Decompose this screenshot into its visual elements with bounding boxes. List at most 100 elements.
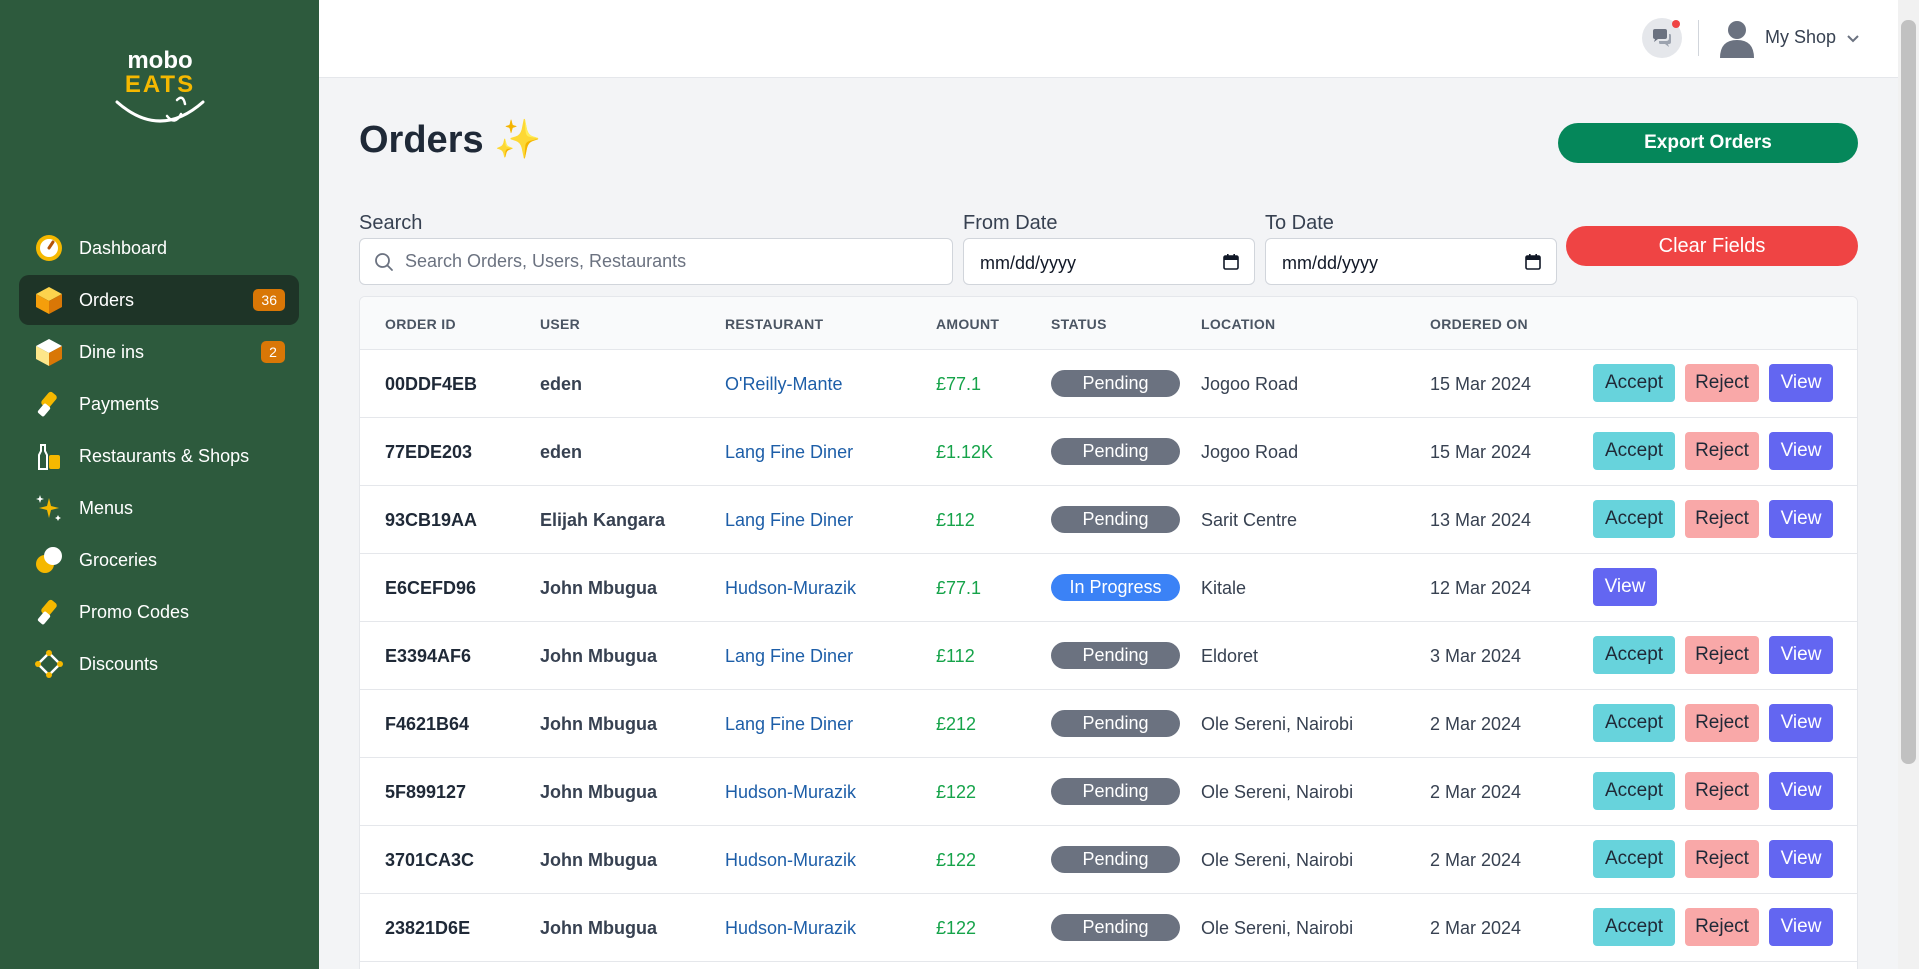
reject-button[interactable]: Reject <box>1685 364 1759 402</box>
status-badge: Pending <box>1051 506 1180 533</box>
export-orders-button[interactable]: Export Orders <box>1558 123 1858 163</box>
sidebar-item-menus[interactable]: Menus <box>19 483 299 533</box>
clear-fields-button[interactable]: Clear Fields <box>1566 226 1858 266</box>
order-location: Eldoret <box>1201 646 1259 666</box>
order-location: Sarit Centre <box>1201 510 1298 530</box>
order-user: eden <box>540 442 583 462</box>
accept-button[interactable]: Accept <box>1593 772 1675 810</box>
reject-button[interactable]: Reject <box>1685 840 1759 878</box>
view-button[interactable]: View <box>1769 772 1833 810</box>
order-id: 93CB19AA <box>385 510 478 530</box>
reject-button[interactable]: Reject <box>1685 704 1759 742</box>
restaurant-link[interactable]: Hudson-Murazik <box>725 578 856 599</box>
restaurant-link[interactable]: Lang Fine Diner <box>725 646 853 667</box>
avatar[interactable] <box>1716 16 1758 58</box>
chat-bubbles-icon <box>1653 29 1671 47</box>
reject-button[interactable]: Reject <box>1685 500 1759 538</box>
restaurant-link[interactable]: Lang Fine Diner <box>725 714 853 735</box>
order-user: eden <box>540 374 583 394</box>
groceries-icon <box>33 544 65 576</box>
view-button[interactable]: View <box>1769 840 1833 878</box>
order-amount: £112 <box>936 646 975 666</box>
reject-button[interactable]: Reject <box>1685 636 1759 674</box>
from-date-input[interactable]: mm/dd/yyyy <box>963 238 1255 285</box>
order-user: John Mbugua <box>540 782 657 802</box>
order-id: E6CEFD96 <box>385 578 477 598</box>
accept-button[interactable]: Accept <box>1593 500 1675 538</box>
view-button[interactable]: View <box>1769 908 1833 946</box>
order-location: Ole Sereni, Nairobi <box>1201 850 1354 870</box>
payments-icon <box>33 388 65 420</box>
accept-button[interactable]: Accept <box>1593 364 1675 402</box>
sidebar-item-payments[interactable]: Payments <box>19 379 299 429</box>
table-row: 00DDF4EB eden O'Reilly-Mante £77.1 Pendi… <box>360 350 1857 418</box>
calendar-icon[interactable] <box>1222 253 1240 276</box>
logo-text-eats: EATS <box>125 71 195 98</box>
reject-button[interactable]: Reject <box>1685 772 1759 810</box>
calendar-icon[interactable] <box>1524 253 1542 276</box>
accept-button[interactable]: Accept <box>1593 636 1675 674</box>
search-icon <box>374 252 394 277</box>
from-date-label: From Date <box>963 212 1058 234</box>
column-header-location: LOCATION <box>1201 316 1276 332</box>
view-button[interactable]: View <box>1593 568 1657 606</box>
messages-button[interactable] <box>1642 18 1682 58</box>
view-button[interactable]: View <box>1769 704 1833 742</box>
accept-button[interactable]: Accept <box>1593 908 1675 946</box>
sidebar-item-restaurants-shops[interactable]: Restaurants & Shops <box>19 431 299 481</box>
order-date: 2 Mar 2024 <box>1430 714 1522 734</box>
view-button[interactable]: View <box>1769 432 1833 470</box>
sidebar-item-discounts[interactable]: Discounts <box>19 639 299 689</box>
dine-ins-count-badge: 2 <box>261 341 285 363</box>
order-location: Jogoo Road <box>1201 374 1299 394</box>
restaurant-link[interactable]: Hudson-Murazik <box>725 918 856 939</box>
restaurant-link[interactable]: Hudson-Murazik <box>725 850 856 871</box>
search-label: Search <box>359 212 423 234</box>
search-field[interactable] <box>359 238 953 285</box>
discounts-icon <box>33 648 65 680</box>
sidebar-item-label: Dine ins <box>79 341 145 362</box>
to-date-value: mm/dd/yyyy <box>1282 253 1379 273</box>
order-date: 15 Mar 2024 <box>1430 374 1532 394</box>
order-location: Ole Sereni, Nairobi <box>1201 782 1354 802</box>
reject-button[interactable]: Reject <box>1685 908 1759 946</box>
restaurant-link[interactable]: Lang Fine Diner <box>725 442 853 463</box>
topbar-divider <box>1698 20 1699 56</box>
accept-button[interactable]: Accept <box>1593 704 1675 742</box>
to-date-input[interactable]: mm/dd/yyyy <box>1265 238 1557 285</box>
order-amount: £212 <box>936 714 977 734</box>
shop-name-menu[interactable]: My Shop <box>1765 27 1836 48</box>
order-date: 13 Mar 2024 <box>1430 510 1532 530</box>
order-user: John Mbugua <box>540 918 657 938</box>
accept-button[interactable]: Accept <box>1593 840 1675 878</box>
brand-logo[interactable]: mobo EATS <box>105 40 215 140</box>
order-amount: £1.12K <box>936 442 994 462</box>
sidebar-item-dine-ins[interactable]: Dine ins 2 <box>19 327 299 377</box>
table-row: 3701CA3C John Mbugua Hudson-Murazik £122… <box>360 826 1857 894</box>
table-row: E3394AF6 John Mbugua Lang Fine Diner £11… <box>360 622 1857 690</box>
to-date-label: To Date <box>1265 212 1334 234</box>
sidebar-item-groceries[interactable]: Groceries <box>19 535 299 585</box>
restaurant-link[interactable]: O'Reilly-Mante <box>725 374 842 395</box>
search-input[interactable] <box>405 239 945 284</box>
sidebar-item-label: Orders <box>79 289 135 310</box>
page-scrollbar[interactable] <box>1898 0 1919 969</box>
restaurant-link[interactable]: Hudson-Murazik <box>725 782 856 803</box>
reject-button[interactable]: Reject <box>1685 432 1759 470</box>
sidebar-item-orders[interactable]: Orders 36 <box>19 275 299 325</box>
sidebar-item-label: Dashboard <box>79 237 168 258</box>
table-row: 5F899127 John Mbugua Hudson-Murazik £122… <box>360 758 1857 826</box>
chevron-down-icon[interactable] <box>1846 31 1860 49</box>
view-button[interactable]: View <box>1769 636 1833 674</box>
view-button[interactable]: View <box>1769 364 1833 402</box>
view-button[interactable]: View <box>1769 500 1833 538</box>
sidebar-item-dashboard[interactable]: Dashboard <box>19 223 299 273</box>
scrollbar-thumb[interactable] <box>1901 20 1916 764</box>
notification-dot <box>1672 20 1680 28</box>
restaurant-link[interactable]: Lang Fine Diner <box>725 510 853 531</box>
sidebar-item-promo-codes[interactable]: Promo Codes <box>19 587 299 637</box>
accept-button[interactable]: Accept <box>1593 432 1675 470</box>
orders-count-badge: 36 <box>253 289 285 311</box>
order-location: Jogoo Road <box>1201 442 1299 462</box>
order-amount: £77.1 <box>936 374 982 394</box>
